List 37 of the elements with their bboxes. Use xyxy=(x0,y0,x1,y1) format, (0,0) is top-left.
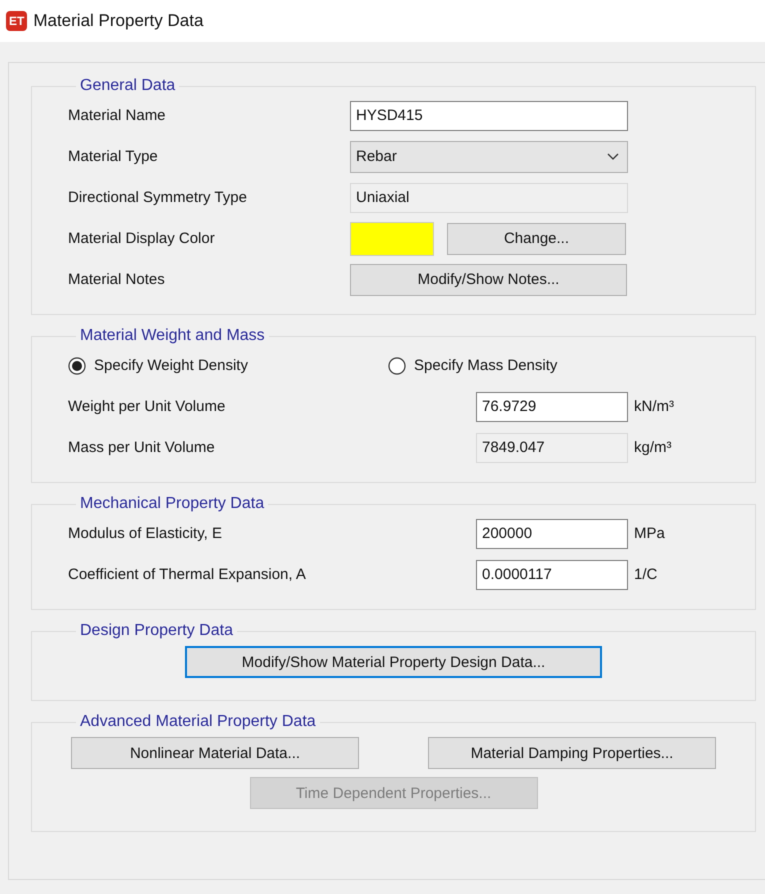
unit-label: kg/m³ xyxy=(634,439,672,456)
text-field[interactable]: HYSD415 xyxy=(350,100,628,130)
field-label: Material Name xyxy=(68,107,167,124)
action-button[interactable]: Material Damping Properties... xyxy=(428,737,716,769)
unit-label: kN/m³ xyxy=(634,398,674,415)
unit-label: MPa xyxy=(634,525,665,542)
change-button[interactable]: Change... xyxy=(447,222,626,254)
dropdown[interactable]: Rebar xyxy=(350,140,628,172)
field-label: Material Notes xyxy=(68,271,166,288)
action-button[interactable]: Nonlinear Material Data... xyxy=(71,737,359,769)
chevron-down-icon xyxy=(607,152,619,160)
field-label: Mass per Unit Volume xyxy=(68,439,216,456)
radio-label: Specify Mass Density xyxy=(414,357,558,374)
notes-button[interactable]: Modify/Show Notes... xyxy=(350,264,627,296)
field-label: Material Type xyxy=(68,148,159,165)
radio-label: Specify Weight Density xyxy=(94,357,248,374)
group-title: Material Weight and Mass xyxy=(79,327,266,345)
field-label: Material Display Color xyxy=(68,230,216,247)
field-label: Modulus of Elasticity, E xyxy=(68,525,223,542)
text-field[interactable]: Uniaxial xyxy=(350,182,628,212)
group-title: Design Property Data xyxy=(79,622,234,640)
number-field[interactable]: 0.0000117 xyxy=(476,560,628,590)
number-field[interactable]: 200000 xyxy=(476,518,628,548)
field-label: Directional Symmetry Type xyxy=(68,189,248,206)
action-button[interactable]: Modify/Show Material Property Design Data... xyxy=(185,646,602,678)
group-title: Advanced Material Property Data xyxy=(79,713,317,731)
number-field[interactable]: 76.9729 xyxy=(476,392,628,422)
group-title: Mechanical Property Data xyxy=(79,495,266,513)
window-title: Material Property Data xyxy=(33,11,204,31)
radio-button[interactable] xyxy=(68,356,86,374)
radio-button[interactable] xyxy=(388,356,406,374)
number-field[interactable]: 7849.047 xyxy=(476,432,628,462)
group-title: General Data xyxy=(79,77,176,95)
field-label: Weight per Unit Volume xyxy=(68,398,226,415)
app-logo: ET xyxy=(6,11,28,31)
field-label: Coefficient of Thermal Expansion, A xyxy=(68,566,307,583)
unit-label: 1/C xyxy=(634,566,658,583)
